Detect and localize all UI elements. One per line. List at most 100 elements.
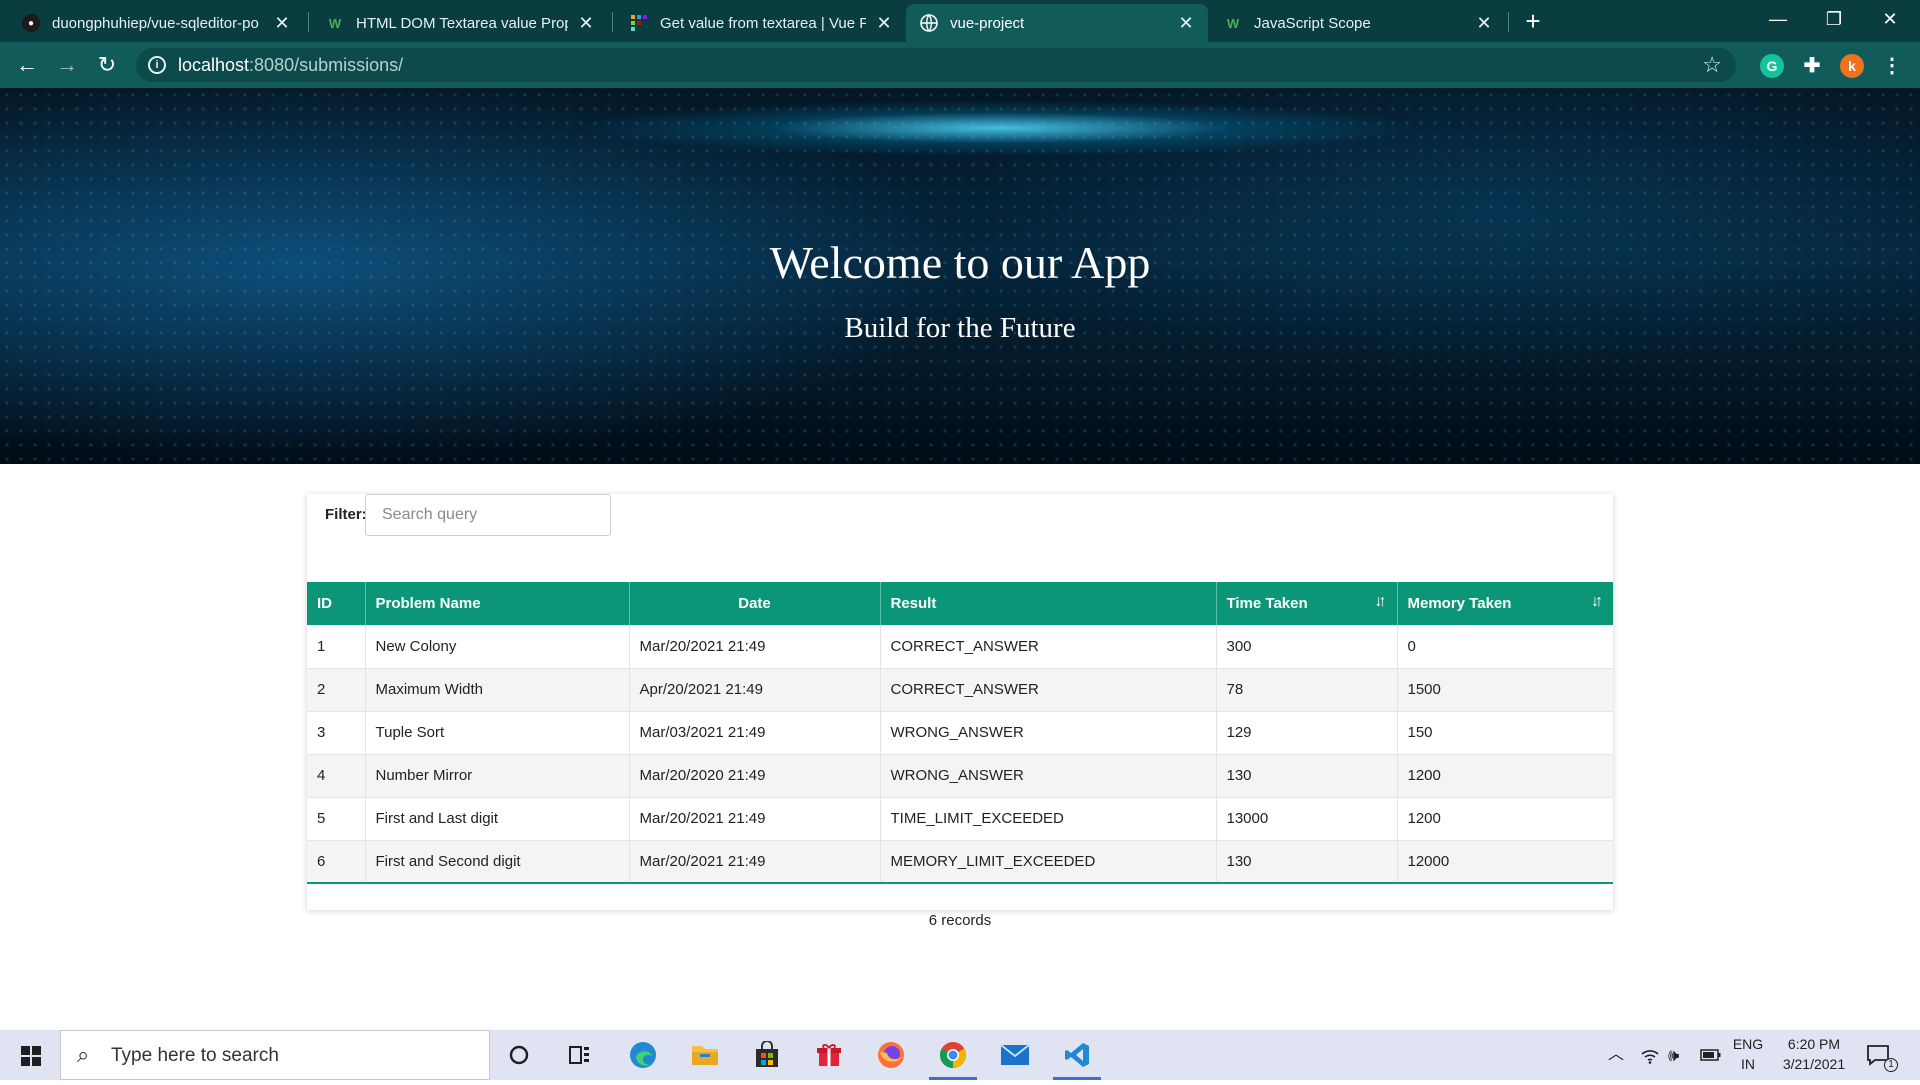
- close-tab-icon[interactable]: ✕: [874, 13, 894, 34]
- clock-time: 6:20 PM: [1787, 1036, 1841, 1052]
- cortana-icon[interactable]: [499, 1038, 539, 1072]
- cell-problem-name: Tuple Sort: [365, 711, 630, 755]
- cell-result: WRONG_ANSWER: [880, 754, 1217, 798]
- browser-menu-icon[interactable]: ⋮: [1880, 54, 1904, 78]
- cell-id: 5: [307, 797, 366, 841]
- volume-icon[interactable]: 🕪: [1668, 1030, 1692, 1080]
- hero-title: Welcome to our App: [769, 237, 1151, 288]
- chrome-icon[interactable]: [929, 1038, 977, 1080]
- cell-result: MEMORY_LIMIT_EXCEEDED: [880, 840, 1217, 884]
- bookmark-star-icon[interactable]: ☆: [1702, 52, 1722, 78]
- minimize-icon[interactable]: —: [1750, 0, 1806, 40]
- cell-date: Apr/20/2021 21:49: [629, 668, 881, 712]
- reload-icon[interactable]: ↻: [92, 50, 122, 80]
- profile-avatar[interactable]: k: [1840, 54, 1864, 78]
- cell-date: Mar/03/2021 21:49: [629, 711, 881, 755]
- cell-date: Mar/20/2020 21:49: [629, 754, 881, 798]
- forward-arrow-icon[interactable]: →: [52, 50, 82, 80]
- cell-id: 2: [307, 668, 366, 712]
- address-bar[interactable]: i localhost:8080/submissions/ ☆: [136, 48, 1736, 82]
- column-header-time-taken[interactable]: Time Taken ↓↑: [1216, 582, 1398, 625]
- tab-vue-project[interactable]: vue-project ✕: [906, 4, 1208, 42]
- column-header-memory-taken[interactable]: Memory Taken ↓↑: [1397, 582, 1613, 625]
- browser-toolbar: ← → ↻ i localhost:8080/submissions/ ☆ G …: [0, 42, 1920, 88]
- cell-result: WRONG_ANSWER: [880, 711, 1217, 755]
- extension-initial: G: [1766, 58, 1778, 74]
- close-tab-icon[interactable]: ✕: [1474, 13, 1494, 34]
- cell-id: 6: [307, 840, 366, 884]
- language-indicator[interactable]: ENG IN: [1730, 1030, 1766, 1080]
- gift-app-icon[interactable]: [809, 1038, 849, 1072]
- column-header-problem-name[interactable]: Problem Name: [365, 582, 630, 625]
- edge-browser-icon[interactable]: [623, 1038, 663, 1072]
- extensions-puzzle-icon[interactable]: ✚: [1800, 54, 1824, 78]
- url-text[interactable]: localhost:8080/submissions/: [178, 55, 403, 76]
- table-row[interactable]: 3 Tuple Sort Mar/03/2021 21:49 WRONG_ANS…: [307, 711, 1613, 755]
- tab-separator: [612, 12, 613, 32]
- search-input[interactable]: [365, 494, 611, 536]
- firefox-icon[interactable]: [871, 1038, 911, 1072]
- table-row[interactable]: 4 Number Mirror Mar/20/2020 21:49 WRONG_…: [307, 754, 1613, 798]
- cell-time-taken: 300: [1216, 625, 1398, 669]
- hero-banner: Welcome to our App Build for the Future: [0, 88, 1920, 464]
- cell-memory-taken: 0: [1397, 625, 1613, 669]
- browser-tab-strip: ● duongphuhiep/vue-sqleditor-po ✕ W HTML…: [0, 0, 1920, 42]
- taskbar-search-box[interactable]: ⌕ Type here to search: [60, 1030, 490, 1080]
- grammarly-extension-icon[interactable]: G: [1760, 54, 1784, 78]
- wifi-icon[interactable]: [1640, 1030, 1664, 1080]
- language-code: ENG: [1732, 1036, 1764, 1052]
- microsoft-store-icon[interactable]: [747, 1038, 787, 1072]
- site-info-icon[interactable]: i: [148, 56, 166, 74]
- tab-javascript-scope[interactable]: W JavaScript Scope ✕: [1210, 4, 1506, 42]
- cell-time-taken: 130: [1216, 840, 1398, 884]
- cell-id: 3: [307, 711, 366, 755]
- w3schools-icon: W: [328, 15, 342, 31]
- cell-problem-name: Maximum Width: [365, 668, 630, 712]
- start-button[interactable]: [0, 1030, 60, 1080]
- back-arrow-icon[interactable]: ←: [12, 50, 42, 80]
- url-host: localhost: [178, 55, 250, 75]
- task-view-icon[interactable]: [560, 1038, 600, 1072]
- mail-icon[interactable]: [995, 1038, 1035, 1072]
- table-row[interactable]: 2 Maximum Width Apr/20/2021 21:49 CORREC…: [307, 668, 1613, 712]
- cell-memory-taken: 1200: [1397, 754, 1613, 798]
- cell-id: 1: [307, 625, 366, 669]
- column-header-id[interactable]: ID: [307, 582, 366, 625]
- battery-icon[interactable]: [1700, 1030, 1722, 1080]
- cell-time-taken: 78: [1216, 668, 1398, 712]
- clock[interactable]: 6:20 PM 3/21/2021: [1774, 1030, 1854, 1080]
- tab-vue-sqleditor[interactable]: ● duongphuhiep/vue-sqleditor-po ✕: [8, 4, 304, 42]
- filter-label: Filter:: [325, 506, 367, 523]
- column-header-date[interactable]: Date: [629, 582, 881, 625]
- windows-logo-icon: [21, 1046, 41, 1066]
- tab-vue-forum[interactable]: Get value from textarea | Vue For ✕: [616, 4, 906, 42]
- notifications-icon[interactable]: 1: [1866, 1030, 1902, 1080]
- close-window-icon[interactable]: ✕: [1862, 0, 1918, 40]
- table-row[interactable]: 6 First and Second digit Mar/20/2021 21:…: [307, 840, 1613, 884]
- cell-time-taken: 130: [1216, 754, 1398, 798]
- cell-problem-name: First and Last digit: [365, 797, 630, 841]
- cell-result: CORRECT_ANSWER: [880, 668, 1217, 712]
- close-tab-icon[interactable]: ✕: [576, 13, 596, 34]
- close-tab-icon[interactable]: ✕: [272, 13, 292, 34]
- column-header-label: Time Taken: [1226, 595, 1308, 612]
- show-hidden-icons-chevron-icon[interactable]: ︿: [1608, 1030, 1630, 1080]
- cell-problem-name: First and Second digit: [365, 840, 630, 884]
- file-explorer-icon[interactable]: [685, 1038, 725, 1072]
- column-header-result[interactable]: Result: [880, 582, 1217, 625]
- region-code: IN: [1741, 1056, 1755, 1072]
- cell-memory-taken: 12000: [1397, 840, 1613, 884]
- search-icon: ⌕: [77, 1042, 90, 1067]
- tab-html-dom-textarea[interactable]: W HTML DOM Textarea value Prope ✕: [312, 4, 608, 42]
- column-header-label: Memory Taken: [1407, 595, 1512, 612]
- close-tab-icon[interactable]: ✕: [1176, 13, 1196, 34]
- sort-icon[interactable]: ↓↑: [1591, 593, 1603, 611]
- table-row[interactable]: 5 First and Last digit Mar/20/2021 21:49…: [307, 797, 1613, 841]
- submissions-table: ID Problem Name Date Result Time Taken ↓↑…: [307, 582, 1613, 884]
- vscode-icon[interactable]: [1053, 1038, 1101, 1080]
- new-tab-button[interactable]: +: [1518, 6, 1548, 36]
- sort-icon[interactable]: ↓↑: [1375, 593, 1387, 611]
- windows-taskbar: ⌕ Type here to search ︿ 🕪 ENG IN 6:20 PM…: [0, 1030, 1920, 1080]
- table-row[interactable]: 1 New Colony Mar/20/2021 21:49 CORRECT_A…: [307, 625, 1613, 669]
- restore-icon[interactable]: ❐: [1806, 0, 1862, 40]
